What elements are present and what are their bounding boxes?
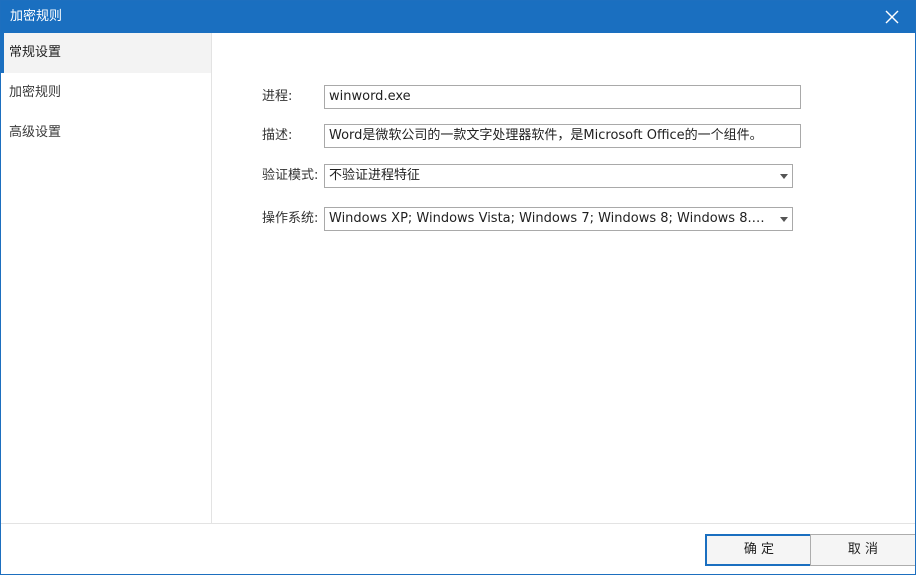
chevron-down-icon (780, 174, 788, 179)
sidebar-item-label: 常规设置 (9, 45, 62, 60)
verify-mode-label: 验证模式: (262, 168, 319, 183)
verify-mode-select[interactable]: 不验证进程特征 (324, 164, 793, 188)
sidebar-item-general-settings[interactable]: 常规设置 (1, 33, 211, 73)
sidebar-item-advanced-settings[interactable]: 高级设置 (1, 113, 211, 153)
encryption-rule-dialog: 加密规则 常规设置 加密规则 高级设置 进程: 描述: 验证模式: (0, 0, 916, 575)
os-label: 操作系统: (262, 211, 319, 226)
dialog-footer: 确 定 取 消 (1, 523, 915, 574)
verify-mode-value: 不验证进程特征 (329, 168, 421, 183)
process-label: 进程: (262, 89, 293, 104)
sidebar-item-label: 加密规则 (9, 85, 62, 100)
close-button[interactable] (869, 1, 915, 33)
description-row: 描述: (212, 124, 915, 148)
window-title: 加密规则 (10, 9, 63, 24)
sidebar-item-encryption-rules[interactable]: 加密规则 (1, 73, 211, 113)
ok-button[interactable]: 确 定 (705, 534, 813, 566)
description-label: 描述: (262, 128, 293, 143)
os-select[interactable]: Windows XP; Windows Vista; Windows 7; Wi… (324, 207, 793, 231)
title-bar: 加密规则 (1, 1, 915, 33)
verify-mode-row: 验证模式: 不验证进程特征 (212, 164, 915, 188)
process-row: 进程: (212, 85, 915, 109)
close-icon (885, 10, 899, 24)
settings-sidebar: 常规设置 加密规则 高级设置 (1, 33, 212, 523)
description-input[interactable] (324, 124, 801, 148)
general-settings-panel: 进程: 描述: 验证模式: 不验证进程特征 操作系统: Windows XP; … (212, 33, 915, 523)
os-row: 操作系统: Windows XP; Windows Vista; Windows… (212, 207, 915, 231)
chevron-down-icon (780, 217, 788, 222)
process-input[interactable] (324, 85, 801, 109)
sidebar-item-label: 高级设置 (9, 125, 62, 140)
os-value: Windows XP; Windows Vista; Windows 7; Wi… (329, 211, 770, 226)
cancel-button[interactable]: 取 消 (810, 534, 915, 566)
